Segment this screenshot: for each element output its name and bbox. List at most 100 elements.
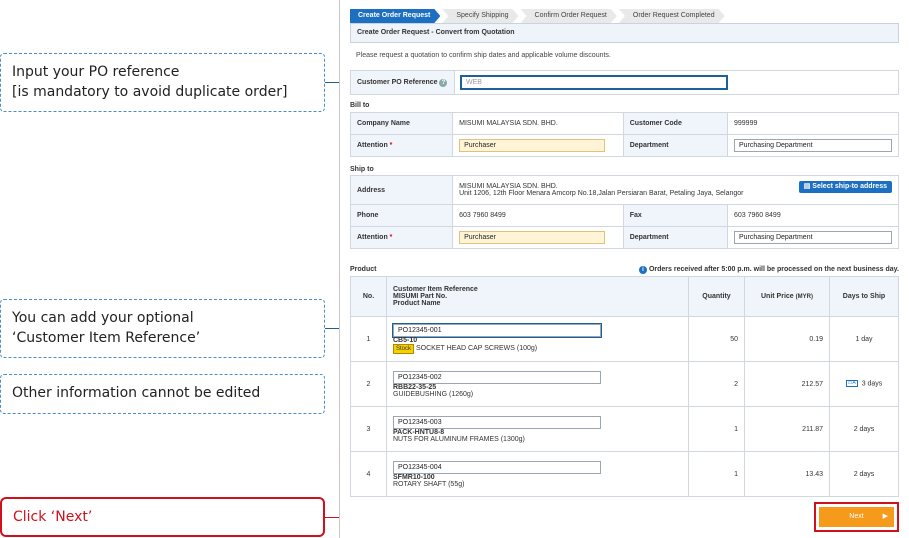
quantity: 1	[688, 451, 745, 497]
unit-price: 212.57	[744, 361, 830, 407]
customer-code-value: 999999	[727, 112, 899, 135]
po-reference-label: Customer PO Reference	[357, 78, 438, 86]
col-customer-item-reference: Customer Item Reference	[393, 286, 478, 293]
days-to-ship: 1 day	[829, 316, 899, 362]
quotation-note: Please request a quotation to confirm sh…	[356, 52, 611, 59]
bill-to-title: Bill to	[350, 102, 370, 109]
bill-attention-label: Attention	[357, 142, 388, 149]
ship-attention-cell: Purchaser	[452, 226, 624, 249]
col-no: No.	[350, 276, 387, 317]
callout-cust-line2: ‘Customer Item Reference’	[12, 330, 201, 346]
address-label: Address	[349, 175, 454, 205]
part-number: CB5-10	[393, 337, 418, 344]
po-reference-input[interactable]: WEB	[460, 75, 728, 90]
row-reference-cell: PO12345-003 PACK-HNTU8-8 NUTS FOR ALUMIN…	[386, 406, 689, 452]
po-reference-label-cell: Customer PO Reference ?	[350, 70, 455, 95]
next-button[interactable]: Next ▶	[819, 507, 894, 527]
days-to-ship-cell: ▭A 3 days	[829, 361, 899, 407]
order-request-panel: Create Order Request Specify Shipping Co…	[339, 0, 909, 538]
row-no: 3	[350, 406, 387, 452]
product-name: NUTS FOR ALUMINUM FRAMES (1300g)	[393, 435, 525, 443]
quantity: 50	[688, 316, 745, 362]
help-icon[interactable]: ?	[439, 78, 448, 87]
cutoff-notice: i Orders received after 5:00 p.m. will b…	[639, 266, 899, 274]
part-number: SFMR10-100	[393, 473, 435, 481]
part-number: PACK-HNTU8-8	[393, 428, 445, 436]
page-title: Create Order Request - Convert from Quot…	[350, 23, 899, 43]
phone-label: Phone	[349, 204, 454, 227]
table-row: 3 PO12345-003 PACK-HNTU8-8 NUTS FOR ALUM…	[350, 406, 899, 452]
row-no: 1	[350, 316, 387, 362]
truck-icon[interactable]: ▭A	[845, 380, 858, 388]
quantity: 2	[688, 361, 745, 407]
col-unit-price: Unit Price (MYR)	[744, 276, 830, 317]
unit-price: 211.87	[744, 406, 830, 452]
address-cell: MISUMI MALAYSIA SDN. BHD. Unit 1206, 12t…	[452, 175, 899, 205]
bill-department-label: Department	[622, 134, 729, 157]
ship-to-title: Ship to	[350, 166, 374, 173]
step-confirm-order-request: Confirm Order Request	[521, 9, 617, 23]
col-quantity: Quantity	[688, 276, 745, 317]
bill-to-table: Company Name MISUMI MALAYSIA SDN. BHD. C…	[349, 112, 899, 157]
unit-price: 13.43	[744, 451, 830, 497]
required-mark: *	[389, 234, 393, 241]
info-icon: i	[639, 266, 648, 274]
product-table: No. Customer Item Reference MISUMI Part …	[350, 276, 899, 497]
customer-item-reference-input[interactable]: PO12345-004	[393, 460, 601, 474]
row-no: 4	[350, 451, 387, 497]
product-title: Product	[350, 266, 377, 273]
address-book-icon: ▤	[803, 183, 811, 190]
row-no: 2	[350, 361, 387, 407]
fax-label: Fax	[622, 204, 729, 227]
ship-to-table: Address MISUMI MALAYSIA SDN. BHD. Unit 1…	[349, 175, 899, 249]
ship-department-cell: Purchasing Department	[727, 226, 899, 249]
step-specify-shipping: Specify Shipping	[442, 9, 518, 23]
days-to-ship: 2 days	[829, 451, 899, 497]
table-row: 2 PO12345-002 RBB22-35-25 GUIDEBUSHING (…	[350, 361, 899, 407]
bill-attention-input[interactable]: Purchaser	[459, 139, 606, 152]
customer-code-label: Customer Code	[622, 112, 729, 135]
callout-other-info: Other information cannot be edited	[0, 374, 325, 414]
product-name: GUIDEBUSHING (1260g)	[393, 390, 474, 398]
callout-po-line2: [is mandatory to avoid duplicate order]	[12, 84, 288, 100]
product-name: SOCKET HEAD CAP SCREWS (100g)	[416, 345, 538, 352]
col-misumi-part-no: MISUMI Part No.	[393, 293, 448, 300]
col-product-name: Product Name	[393, 300, 441, 307]
customer-item-reference-input[interactable]: PO12345-001	[392, 323, 602, 338]
col-days-to-ship: Days to Ship	[829, 276, 899, 317]
next-button-label: Next	[849, 513, 864, 520]
ship-attention-input[interactable]: Purchaser	[459, 231, 606, 244]
customer-item-reference-input[interactable]: PO12345-002	[393, 370, 601, 384]
bill-attention-label-cell: Attention *	[349, 134, 454, 157]
product-name-line: Stock SOCKET HEAD CAP SCREWS (100g)	[393, 344, 682, 354]
next-button-highlight: Next ▶	[814, 502, 899, 532]
select-ship-to-address-button[interactable]: ▤ Select ship-to address	[798, 181, 892, 193]
customer-item-reference-input[interactable]: PO12345-003	[393, 415, 601, 429]
company-name-value: MISUMI MALAYSIA SDN. BHD.	[452, 112, 624, 135]
stock-badge: Stock	[393, 344, 415, 354]
bill-department-input[interactable]: Purchasing Department	[734, 139, 892, 152]
callout-click-next: Click ‘Next’	[0, 497, 325, 537]
ship-department-label: Department	[622, 226, 729, 249]
ship-department-input[interactable]: Purchasing Department	[734, 231, 892, 244]
product-name: ROTARY SHAFT (55g)	[393, 480, 465, 488]
progress-steps: Create Order Request Specify Shipping Co…	[350, 9, 890, 23]
callout-po-reference: Input your PO reference [is mandatory to…	[0, 53, 325, 112]
callout-next-text: Click ‘Next’	[13, 509, 93, 525]
row-reference-cell: PO12345-001 CB5-10 Stock SOCKET HEAD CAP …	[386, 316, 689, 362]
part-number: RBB22-35-25	[393, 383, 437, 391]
callout-po-line1: Input your PO reference	[12, 64, 180, 80]
days-to-ship: 3 days	[861, 380, 883, 388]
callout-cust-line1: You can add your optional	[12, 310, 194, 326]
fax-value: 603 7960 8499	[727, 204, 899, 227]
bill-attention-cell: Purchaser	[452, 134, 624, 157]
required-mark: *	[389, 142, 393, 149]
step-order-request-completed: Order Request Completed	[619, 9, 725, 23]
cutoff-notice-text: Orders received after 5:00 p.m. will be …	[648, 266, 899, 273]
select-ship-to-label: Select ship-to address	[812, 183, 887, 190]
po-reference-input-cell: WEB	[454, 70, 899, 95]
days-to-ship: 2 days	[829, 406, 899, 452]
unit-price: 0.19	[744, 316, 830, 362]
callout-other-text: Other information cannot be edited	[12, 385, 261, 401]
arrow-right-icon: ▶	[882, 513, 888, 520]
